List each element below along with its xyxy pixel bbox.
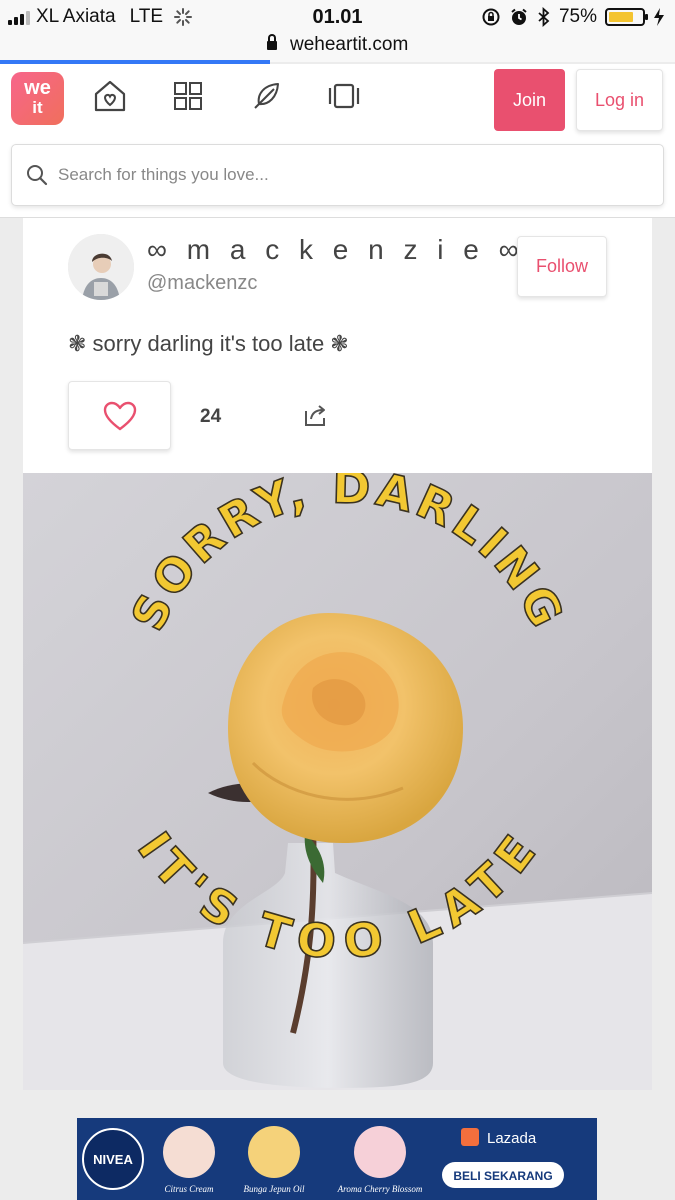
like-count: 24 bbox=[200, 406, 222, 427]
search-input[interactable] bbox=[58, 165, 618, 185]
username-handle[interactable]: @mackenzc bbox=[147, 272, 257, 295]
collections-icon[interactable] bbox=[326, 78, 362, 114]
ad-product-3: Aroma Cherry Blossom bbox=[337, 1184, 423, 1194]
nav-icons bbox=[92, 78, 362, 114]
ad-cta[interactable]: BELI SEKARANG bbox=[453, 1169, 552, 1183]
share-button[interactable] bbox=[303, 403, 329, 432]
logo-text-bottom: it bbox=[32, 98, 43, 117]
site-header: we it Join Log in Search for things you … bbox=[0, 64, 675, 218]
address-bar[interactable]: weheartit.com bbox=[0, 34, 675, 62]
home-heart-icon[interactable] bbox=[92, 78, 128, 114]
status-right: 75% bbox=[481, 6, 665, 28]
share-icon bbox=[305, 405, 325, 426]
weheartit-logo[interactable]: we it bbox=[11, 72, 64, 125]
post-card: ∞ m a c k e n z i e ∞ @mackenzc Follow ❃… bbox=[23, 218, 652, 1090]
search-bar[interactable] bbox=[11, 144, 664, 206]
battery-fill bbox=[609, 12, 633, 22]
avatar[interactable] bbox=[68, 234, 134, 300]
heart-icon bbox=[103, 401, 136, 430]
rotation-lock-icon bbox=[482, 8, 500, 26]
follow-button[interactable]: Follow bbox=[517, 236, 607, 297]
battery-icon bbox=[605, 8, 648, 26]
ad-banner[interactable]: NIVEA Citrus Cream Bunga Jepun Oil Aroma… bbox=[77, 1118, 597, 1200]
post-caption: ❃ sorry darling it's too late ❃ bbox=[68, 331, 349, 356]
logo-text-top: we bbox=[24, 77, 51, 99]
battery-percent: 75% bbox=[558, 6, 597, 27]
ad-product-2: Bunga Jepun Oil bbox=[244, 1184, 305, 1194]
ad-product-1: Citrus Cream bbox=[165, 1184, 214, 1194]
charging-bolt-icon bbox=[654, 8, 664, 26]
ad-brand: NIVEA bbox=[93, 1152, 133, 1167]
status-bar: XL Axiata LTE 01.01 75% bbox=[0, 0, 675, 34]
ad-store: Lazada bbox=[487, 1130, 537, 1147]
display-name[interactable]: ∞ m a c k e n z i e ∞ bbox=[147, 234, 525, 266]
post-image[interactable]: SORRY, DARLING IT'S TOO LATE bbox=[23, 473, 652, 1090]
like-button[interactable] bbox=[68, 381, 171, 450]
alarm-icon bbox=[511, 8, 527, 25]
grid-icon[interactable] bbox=[170, 78, 206, 114]
url-text: weheartit.com bbox=[290, 34, 409, 55]
join-button[interactable]: Join bbox=[494, 69, 565, 131]
bluetooth-icon bbox=[538, 7, 550, 27]
feather-icon[interactable] bbox=[248, 78, 284, 114]
lock-icon bbox=[266, 34, 277, 50]
search-icon bbox=[27, 165, 48, 186]
login-button[interactable]: Log in bbox=[576, 69, 663, 131]
